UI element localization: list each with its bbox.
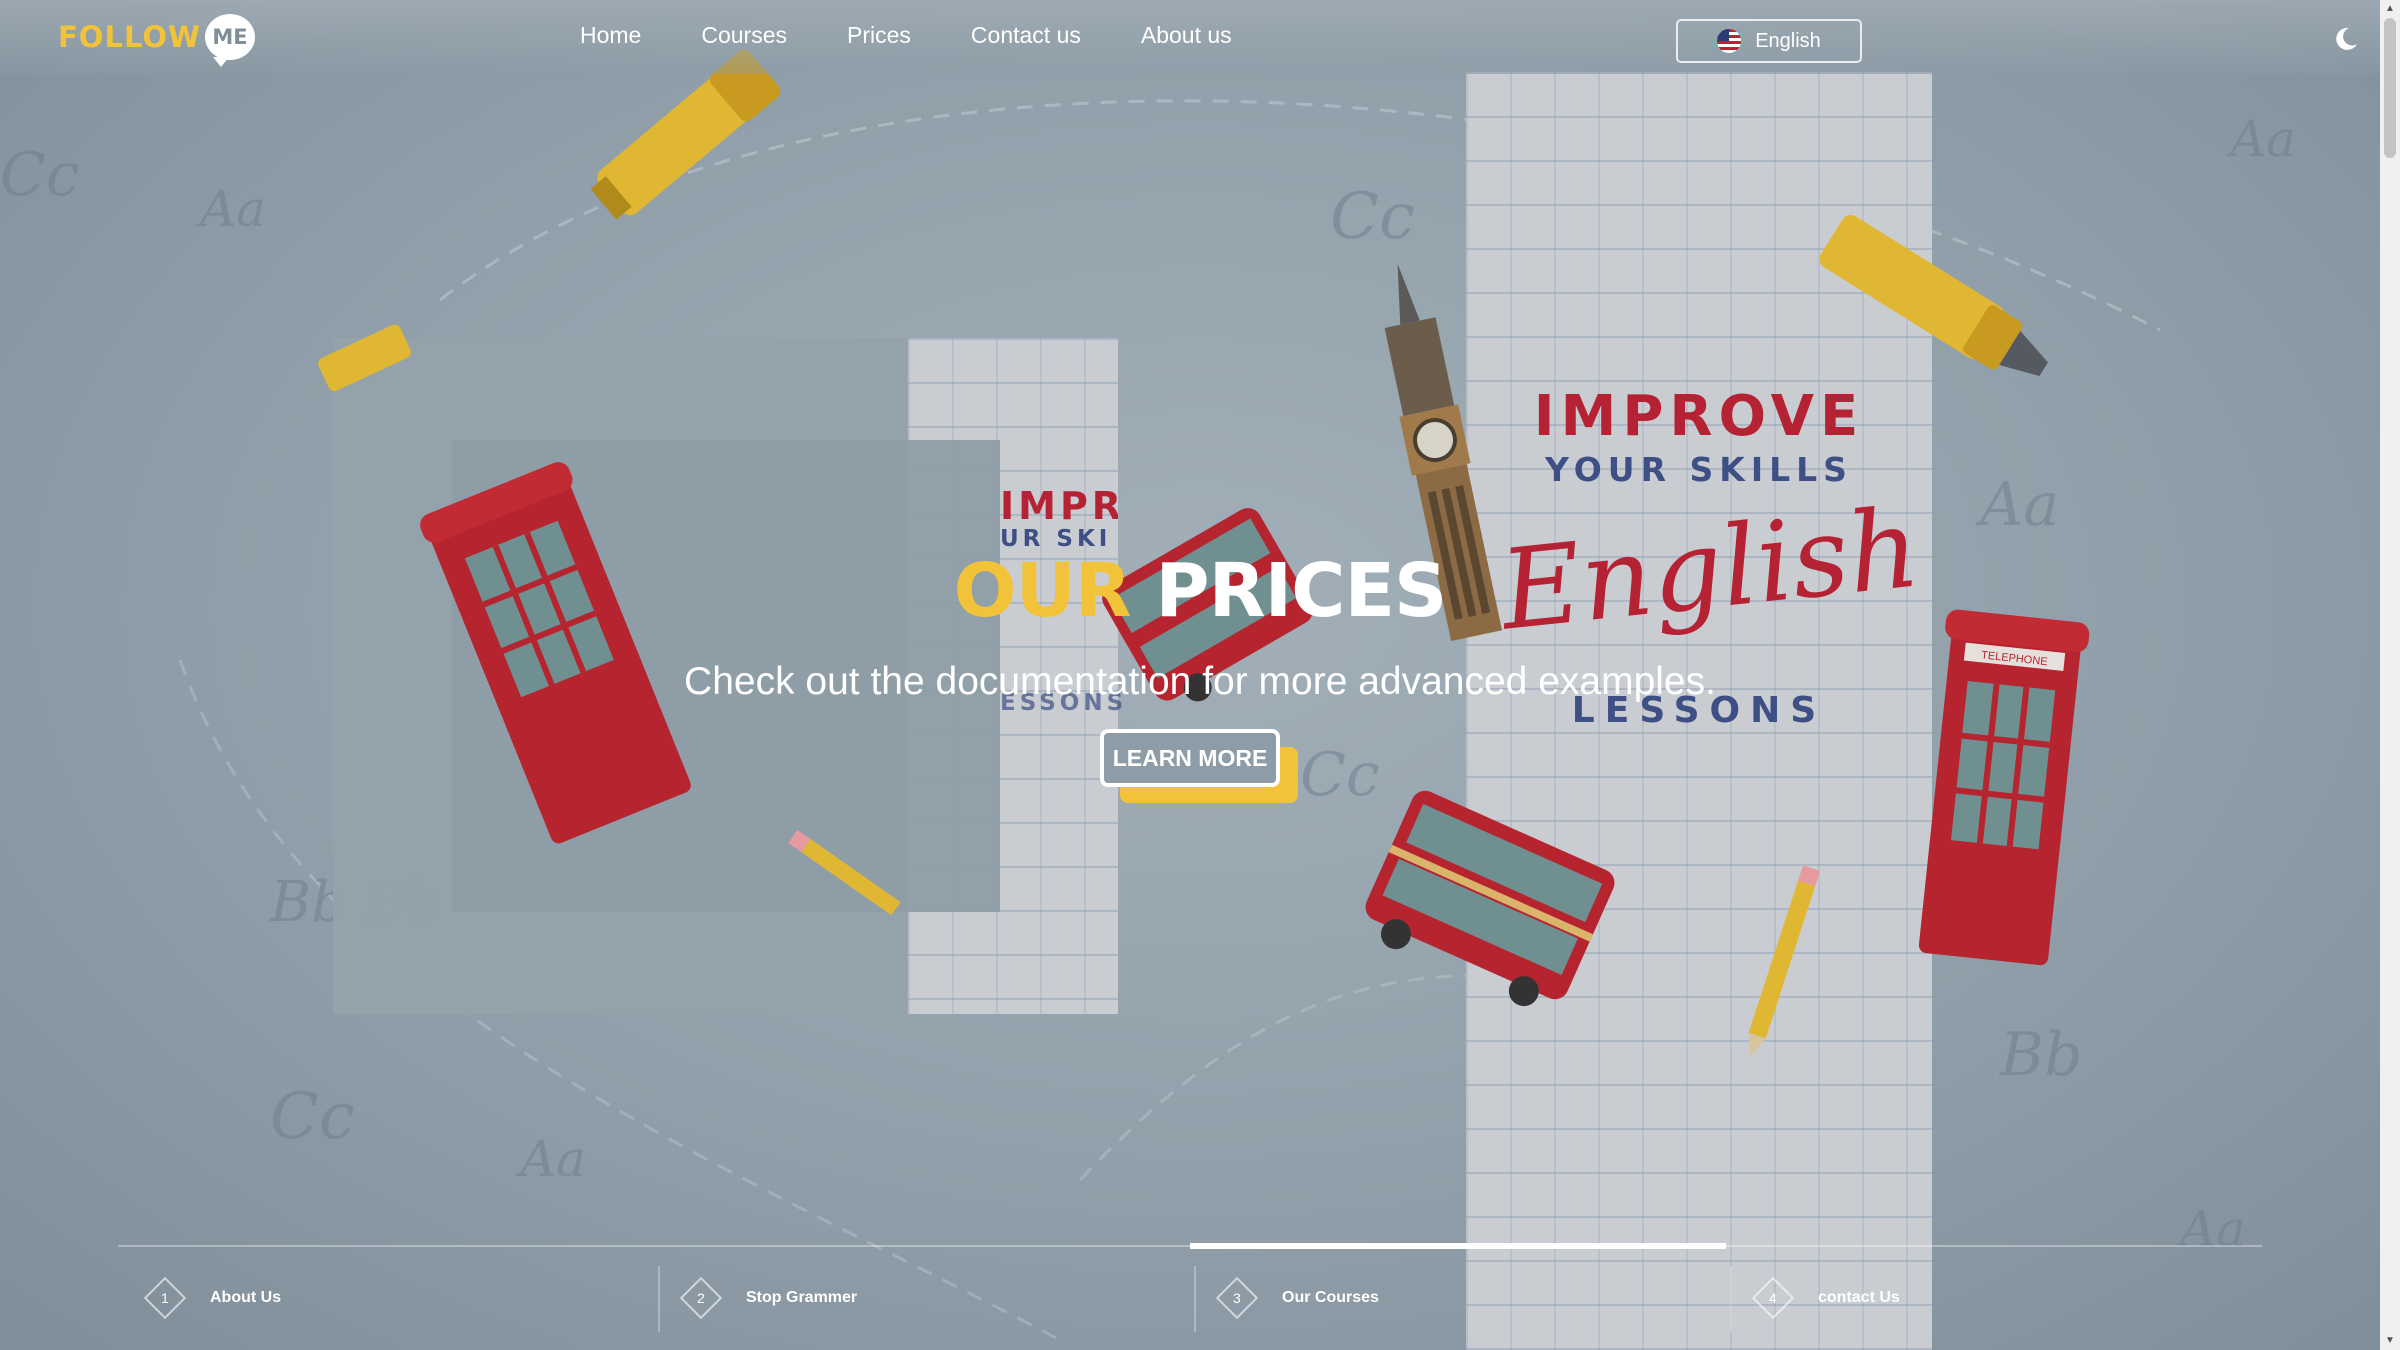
highlighter-icon	[318, 324, 411, 392]
tab-label: contact Us	[1818, 1289, 1900, 1306]
nav-courses[interactable]: Courses	[701, 22, 787, 49]
hero-title-main: PRICES	[1155, 548, 1447, 634]
learn-more-button[interactable]: LEARN MORE	[1100, 729, 1280, 787]
slider-tab-about-us[interactable]: 1 About Us	[143, 1266, 282, 1330]
phone-booth-icon	[420, 462, 691, 844]
nav-about-us[interactable]: About us	[1141, 22, 1232, 49]
scrollbar-thumb[interactable]	[2384, 18, 2396, 158]
page-scrollbar[interactable]: ▲ ▼	[2380, 0, 2400, 1350]
tab-number-badge: 4	[1751, 1276, 1795, 1320]
logo[interactable]: FOLLOW ME	[58, 14, 256, 67]
pencil-icon	[788, 829, 901, 916]
tab-divider	[658, 1266, 660, 1332]
tab-divider	[1194, 1266, 1196, 1332]
tab-number-badge: 2	[679, 1276, 723, 1320]
hero-title-accent: OUR	[953, 548, 1132, 634]
tab-divider	[1730, 1266, 1732, 1332]
slider-tab-stop-grammer[interactable]: 2 Stop Grammer	[658, 1266, 858, 1332]
tab-label: Our Courses	[1282, 1289, 1379, 1306]
nav-prices[interactable]: Prices	[847, 22, 911, 49]
language-selector[interactable]: English	[1676, 19, 1862, 63]
nav-contact-us[interactable]: Contact us	[971, 22, 1081, 49]
slider-tab-our-courses[interactable]: 3 Our Courses	[1194, 1266, 1379, 1332]
highlighter-icon	[1819, 215, 2048, 376]
scroll-up-arrow-icon[interactable]: ▲	[2380, 0, 2400, 18]
moon-icon[interactable]	[2330, 24, 2360, 54]
learn-more-wrapper: LEARN MORE	[1100, 729, 1298, 805]
tab-label: Stop Grammer	[746, 1289, 858, 1306]
tab-number-badge: 3	[1215, 1276, 1259, 1320]
language-label: English	[1755, 29, 1821, 52]
hero-title: OUR PRICES	[0, 548, 2400, 634]
pencil-icon	[1748, 865, 1821, 1057]
scroll-down-arrow-icon[interactable]: ▼	[2380, 1332, 2400, 1350]
nav-home[interactable]: Home	[580, 22, 641, 49]
hero-subtitle: Check out the documentation for more adv…	[684, 660, 1716, 703]
slider-tab-contact-us[interactable]: 4 contact Us	[1730, 1266, 1900, 1332]
top-navbar: FOLLOW ME Home Courses Prices Contact us…	[0, 0, 2380, 74]
logo-text: FOLLOW	[58, 20, 202, 54]
main-nav: Home Courses Prices Contact us About us	[580, 22, 1292, 49]
us-flag-icon	[1717, 29, 1742, 53]
bus-icon	[1365, 790, 1615, 1007]
tab-number-badge: 1	[143, 1276, 187, 1320]
tab-label: About Us	[210, 1289, 282, 1306]
logo-bubble: ME	[205, 14, 256, 67]
slider-progress	[1190, 1243, 1726, 1249]
